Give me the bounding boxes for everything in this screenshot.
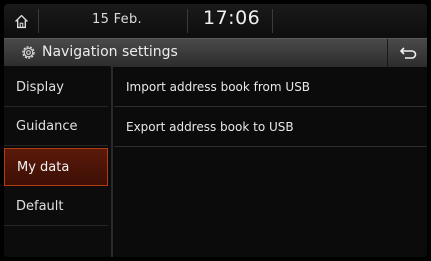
list-item-label: Import address book from USB [126,80,311,94]
list-item-label: Export address book to USB [126,120,294,134]
sidebar-item-display[interactable]: Display [4,69,108,107]
title-bar: Navigation settings [4,38,427,67]
home-icon [14,14,28,28]
status-divider [272,9,273,33]
status-divider [38,9,39,33]
gear-icon [22,46,35,59]
sidebar-item-label: Display [16,80,64,95]
page-title: Navigation settings [42,44,178,60]
settings-sidebar: Display Guidance My data Default [4,66,110,257]
status-bar: 15 Feb. 17:06 [4,4,427,38]
sidebar-item-default[interactable]: Default [4,188,108,226]
back-arrow-icon [400,47,417,59]
infotainment-screen: 15 Feb. 17:06 Navigation settings Displa… [4,4,427,257]
date-display: 15 Feb. [92,12,142,27]
sidebar-item-label: Guidance [16,119,78,134]
clock-display: 17:06 [203,7,261,29]
sidebar-item-guidance[interactable]: Guidance [4,108,108,146]
sidebar-item-my-data[interactable]: My data [4,148,108,186]
home-button[interactable] [4,4,38,38]
sidebar-item-label: Default [16,199,64,214]
settings-list: Import address book from USB Export addr… [114,66,427,257]
import-address-book-button[interactable]: Import address book from USB [114,68,427,107]
status-divider [187,9,188,33]
export-address-book-button[interactable]: Export address book to USB [114,108,427,147]
panel-divider [111,66,113,257]
sidebar-item-label: My data [17,159,70,175]
back-button[interactable] [387,39,427,67]
